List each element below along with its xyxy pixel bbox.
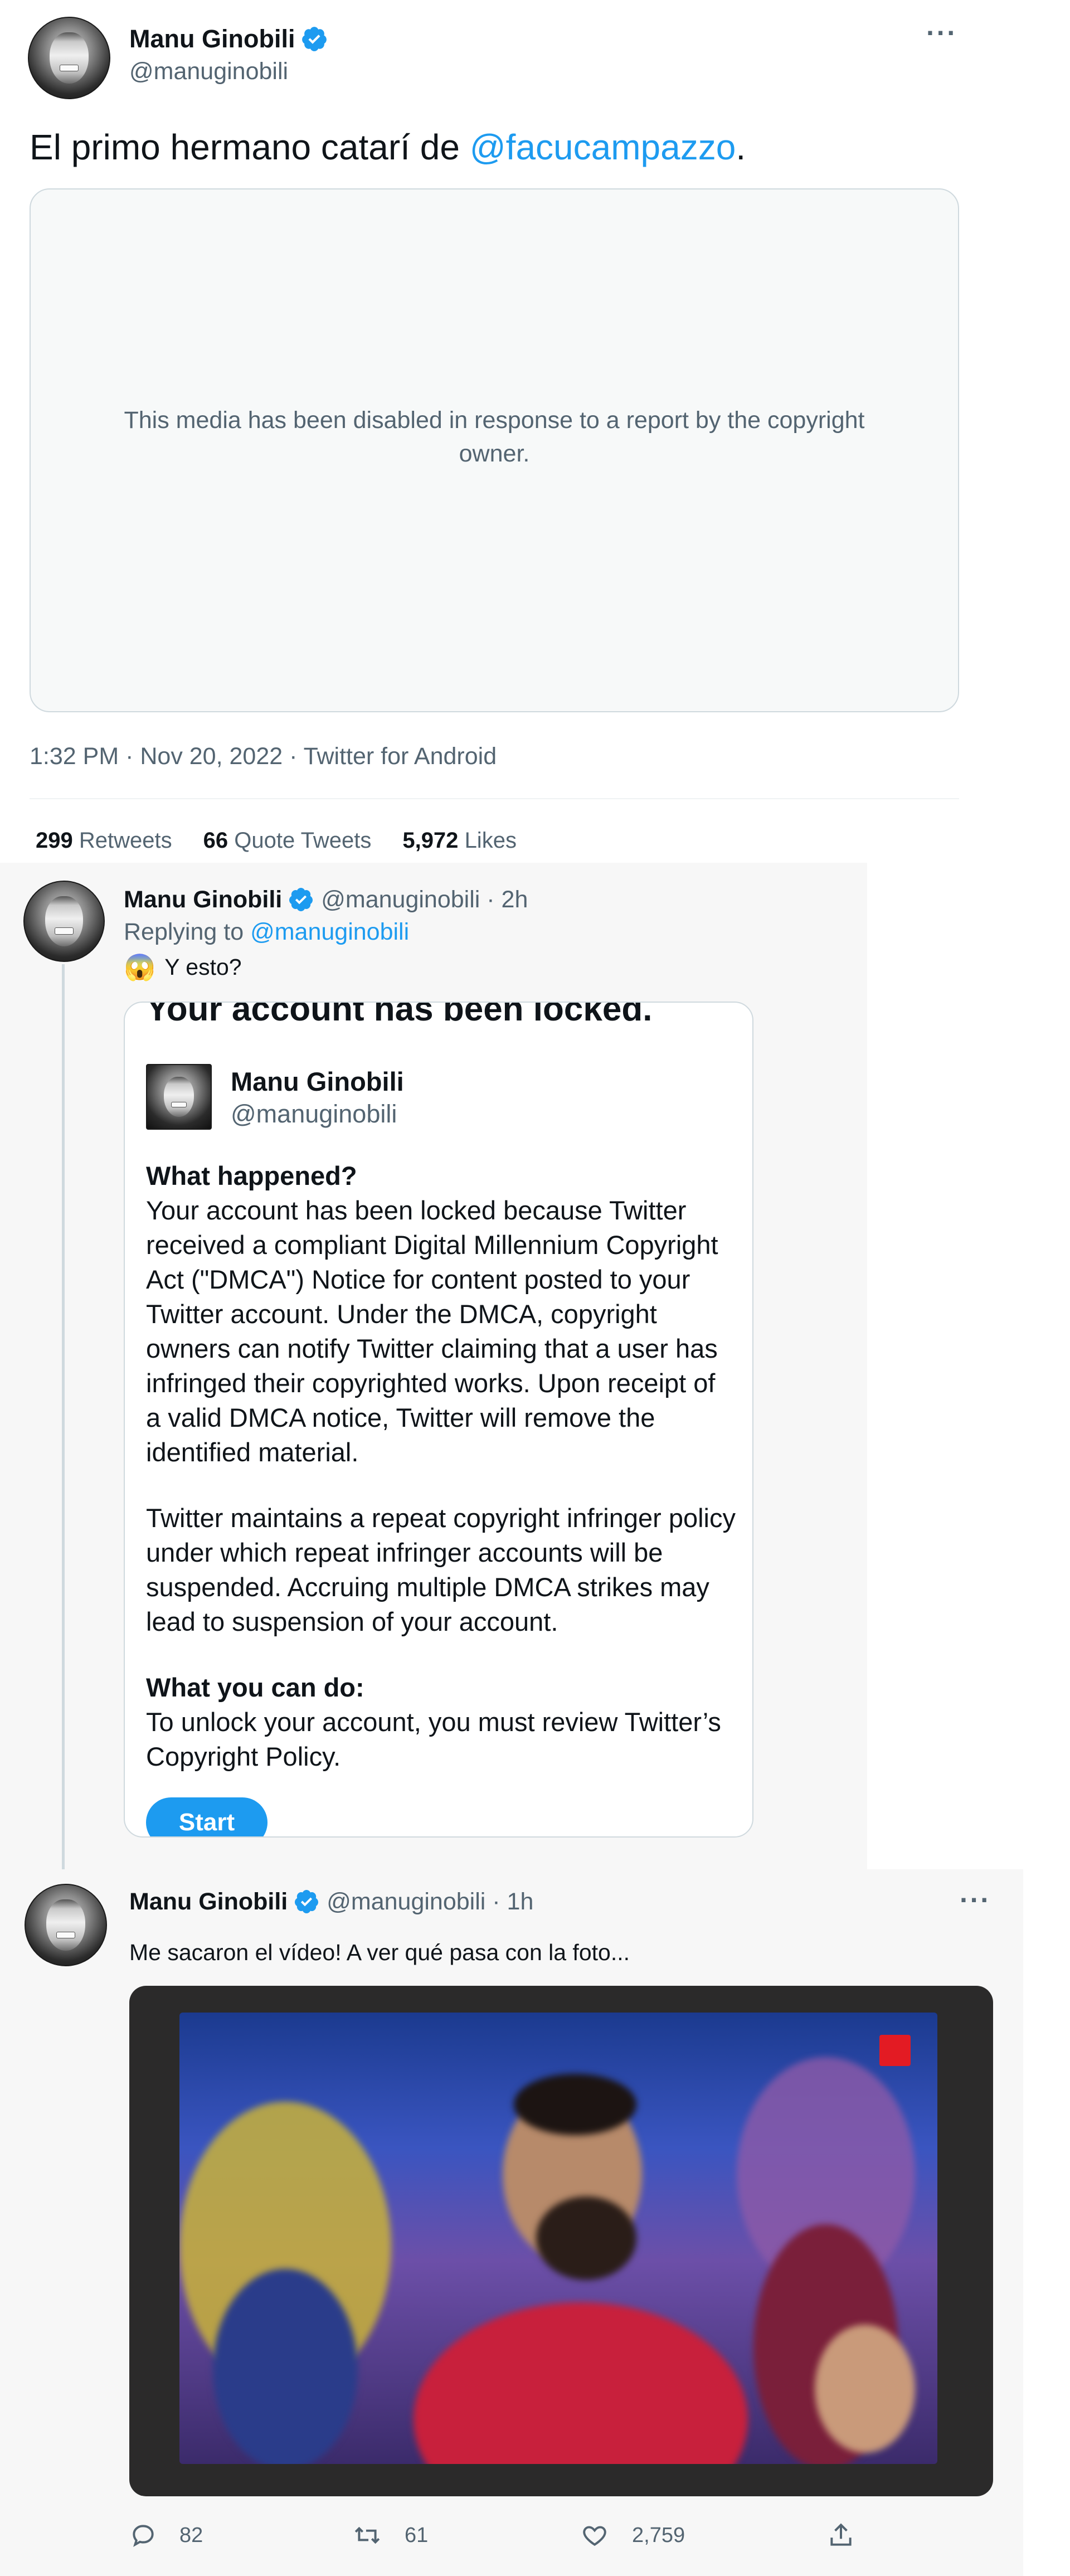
more-options-icon[interactable]: ··· bbox=[960, 1884, 991, 1916]
more-options-icon[interactable]: ··· bbox=[926, 17, 957, 49]
media-disabled-notice: This media has been disabled in response… bbox=[124, 407, 865, 467]
author-name[interactable]: Manu Ginobili bbox=[129, 1888, 288, 1916]
tweet-meta: 1:32 PM · Nov 20, 2022 · Twitter for And… bbox=[30, 743, 497, 770]
tv-screen-image bbox=[179, 2013, 937, 2464]
tweet-stats: 299 Retweets 66 Quote Tweets 5,972 Likes bbox=[36, 828, 517, 853]
verified-icon bbox=[289, 888, 313, 911]
avatar bbox=[146, 1064, 212, 1130]
locked-account-screenshot[interactable]: Your account has been locked. Manu Ginob… bbox=[124, 1002, 753, 1838]
avatar[interactable] bbox=[25, 1884, 107, 1966]
start-button[interactable]: Start bbox=[146, 1797, 268, 1836]
locked-title: Your account has been locked. bbox=[146, 1002, 653, 1028]
quote-tweets-stat[interactable]: 66 Quote Tweets bbox=[203, 828, 372, 853]
shocked-emoji-icon: 😱 bbox=[124, 952, 156, 981]
avatar[interactable] bbox=[23, 881, 105, 962]
share-icon bbox=[830, 2523, 852, 2546]
thread-line bbox=[62, 964, 65, 1878]
tweet-text-suffix: . bbox=[736, 127, 746, 167]
divider bbox=[30, 798, 959, 799]
author-name-row: Manu Ginobili bbox=[129, 23, 328, 55]
retweet-action[interactable]: 61 bbox=[352, 2521, 428, 2549]
likes-stat[interactable]: 5,972 Likes bbox=[402, 828, 517, 853]
author-name[interactable]: Manu Ginobili bbox=[124, 886, 282, 913]
author-handle-time[interactable]: @manuginobili · 2h bbox=[321, 886, 528, 913]
what-happened-text: Your account has been locked because Twi… bbox=[146, 1195, 718, 1467]
card-body: What happened? Your account has been loc… bbox=[146, 1159, 737, 1774]
retweet-icon bbox=[354, 2526, 380, 2544]
card-profile-handle: @manuginobili bbox=[231, 1100, 397, 1128]
card-profile-name: Manu Ginobili bbox=[231, 1067, 404, 1096]
what-you-can-do-heading: What you can do: bbox=[146, 1673, 364, 1702]
what-you-can-do-text: To unlock your account, you must review … bbox=[146, 1707, 721, 1771]
reply-header: Manu Ginobili @manuginobili · 2h bbox=[124, 884, 528, 915]
retweets-stat[interactable]: 299 Retweets bbox=[36, 828, 172, 853]
photo-tweet-header: Manu Ginobili @manuginobili · 1h bbox=[129, 1886, 533, 1917]
author-handle-time[interactable]: @manuginobili · 1h bbox=[327, 1888, 533, 1916]
verified-icon bbox=[295, 1890, 319, 1913]
mention-link[interactable]: @facucampazzo bbox=[470, 127, 736, 167]
tweet-text-prefix: El primo hermano catarí de bbox=[30, 127, 470, 167]
photo-tweet-text: Me sacaron el vídeo! A ver qué pasa con … bbox=[129, 1940, 630, 1965]
reply-action[interactable]: 82 bbox=[129, 2521, 203, 2549]
tweet-text: El primo hermano catarí de @facucampazzo… bbox=[30, 124, 746, 171]
reply-text: 😱 Y esto? bbox=[124, 952, 242, 983]
repeat-infringer-text: Twitter maintains a repeat copyright inf… bbox=[146, 1503, 736, 1636]
author-name[interactable]: Manu Ginobili bbox=[129, 25, 295, 54]
author-handle[interactable]: @manuginobili bbox=[129, 58, 288, 85]
tweet-photo[interactable] bbox=[129, 1986, 993, 2496]
like-action[interactable]: 2,759 bbox=[580, 2521, 685, 2549]
reply-text-body: Y esto? bbox=[164, 954, 242, 980]
like-icon bbox=[583, 2526, 606, 2546]
verified-icon bbox=[302, 27, 327, 51]
replying-to-link[interactable]: @manuginobili bbox=[250, 918, 409, 945]
avatar[interactable] bbox=[28, 17, 110, 99]
replying-to: Replying to @manuginobili bbox=[124, 918, 410, 945]
media-disabled-box: This media has been disabled in response… bbox=[30, 188, 959, 712]
what-happened-heading: What happened? bbox=[146, 1161, 357, 1190]
share-action[interactable] bbox=[827, 2521, 877, 2549]
reply-icon bbox=[133, 2525, 154, 2547]
